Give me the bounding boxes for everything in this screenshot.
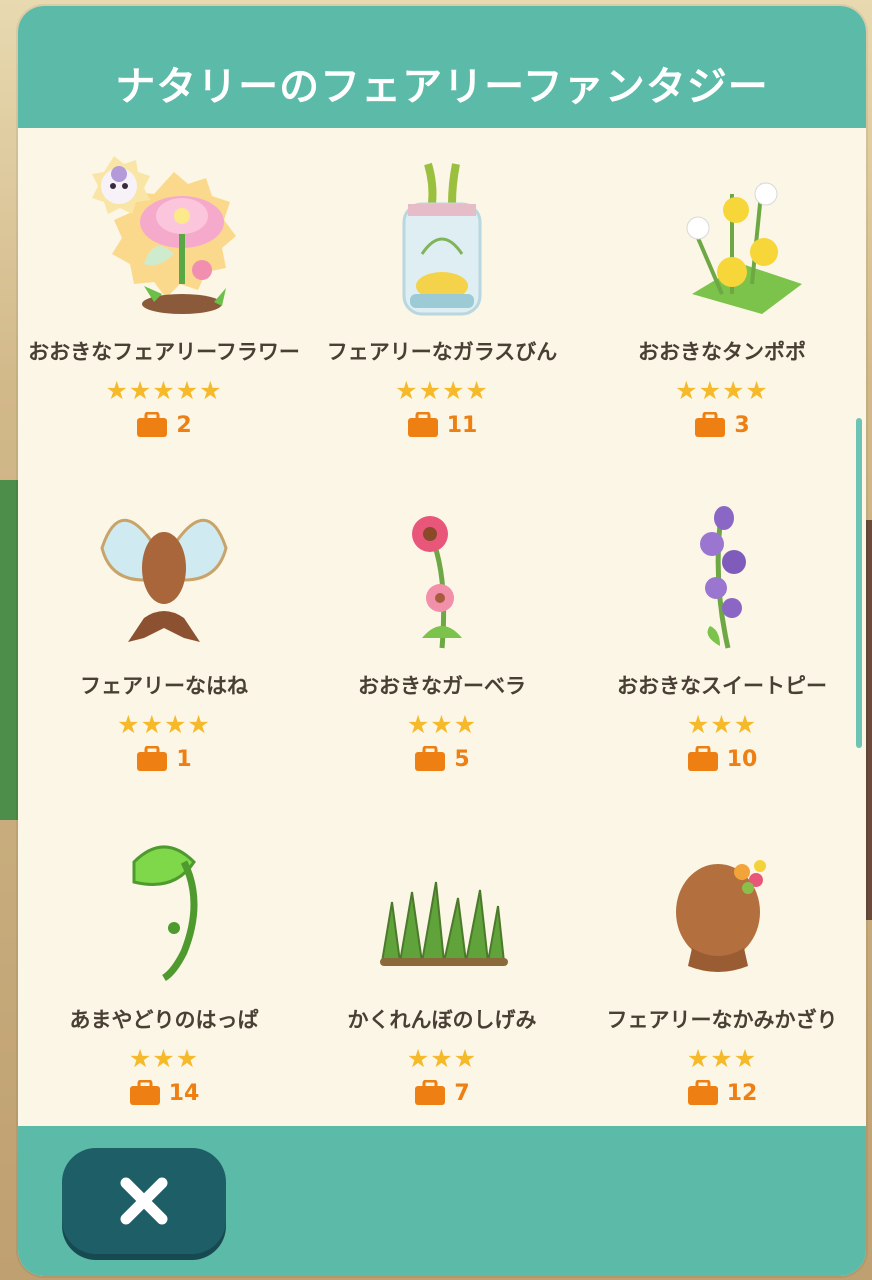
star-rating: ★★★ bbox=[686, 1044, 758, 1073]
star-rating: ★★★★ bbox=[395, 376, 489, 405]
collection-panel: ナタリーのフェアリーファンタジー おおきなフェアリーフラワー ★★★★★ 2 フ… bbox=[18, 6, 866, 1276]
item-card[interactable]: おおきなスイートピー ★★★ 10 bbox=[582, 474, 862, 804]
owned-count: 12 bbox=[582, 1080, 862, 1106]
leaf-umbrella-thumbnail bbox=[132, 845, 198, 982]
bag-icon bbox=[687, 746, 718, 771]
owned-count: 3 bbox=[582, 412, 862, 438]
item-card[interactable]: フェアリーなかみかざり ★★★ 12 bbox=[582, 808, 862, 1138]
item-count: 12 bbox=[726, 1080, 758, 1106]
sweet-pea-thumbnail bbox=[700, 506, 746, 649]
star-rating: ★★★ bbox=[406, 1044, 478, 1073]
glass-jar-thumbnail bbox=[402, 162, 482, 316]
owned-count: 14 bbox=[24, 1080, 304, 1106]
star-rating: ★★★ bbox=[406, 710, 478, 739]
item-card[interactable]: フェアリーなはね ★★★★ 1 bbox=[24, 474, 304, 804]
bag-icon bbox=[695, 412, 726, 437]
item-count: 2 bbox=[176, 412, 192, 438]
item-count: 10 bbox=[726, 746, 758, 772]
item-name: おおきなガーベラ bbox=[358, 674, 526, 698]
item-name: あまやどりのはっぱ bbox=[69, 1008, 259, 1032]
star-rating: ★★★ bbox=[128, 1044, 200, 1073]
item-count: 5 bbox=[454, 746, 470, 772]
bag-icon bbox=[129, 1080, 160, 1105]
owned-count: 7 bbox=[302, 1080, 582, 1106]
star-rating: ★★★★ bbox=[117, 710, 211, 739]
flower-hair-ornament-thumbnail bbox=[676, 860, 766, 972]
owned-count: 10 bbox=[582, 746, 862, 772]
item-name: おおきなフェアリーフラワー bbox=[28, 340, 300, 364]
item-card[interactable]: おおきなフェアリーフラワー ★★★★★ 2 bbox=[24, 140, 304, 470]
owned-count: 2 bbox=[24, 412, 304, 438]
item-card[interactable]: フェアリーなガラスびん ★★★★ 11 bbox=[302, 140, 582, 470]
grass-bush-thumbnail bbox=[380, 881, 508, 966]
bag-icon bbox=[415, 1080, 446, 1105]
bag-icon bbox=[137, 746, 168, 771]
item-count: 11 bbox=[446, 412, 478, 438]
fairy-wings-thumbnail bbox=[100, 518, 228, 642]
bag-icon bbox=[415, 746, 446, 771]
bag-icon bbox=[137, 412, 168, 437]
item-count: 1 bbox=[176, 746, 192, 772]
bag-icon bbox=[407, 412, 438, 437]
scrollbar[interactable] bbox=[856, 418, 862, 748]
star-rating: ★★★ bbox=[686, 710, 758, 739]
dandelion-thumbnail bbox=[686, 182, 802, 314]
fairy-flower-thumbnail bbox=[92, 156, 236, 314]
item-count: 3 bbox=[734, 412, 750, 438]
owned-count: 1 bbox=[24, 746, 304, 772]
close-icon bbox=[120, 1177, 168, 1225]
item-grid[interactable]: おおきなフェアリーフラワー ★★★★★ 2 フェアリーなガラスびん ★★★★ 1… bbox=[18, 128, 866, 1128]
item-name: おおきなタンポポ bbox=[638, 340, 806, 364]
item-card[interactable]: おおきなタンポポ ★★★★ 3 bbox=[582, 140, 862, 470]
star-rating: ★★★★ bbox=[675, 376, 769, 405]
item-count: 14 bbox=[168, 1080, 200, 1106]
item-name: おおきなスイートピー bbox=[617, 674, 827, 698]
item-name: フェアリーなかみかざり bbox=[606, 1008, 838, 1032]
star-rating: ★★★★★ bbox=[105, 376, 223, 405]
item-card[interactable]: かくれんぼのしげみ ★★★ 7 bbox=[302, 808, 582, 1138]
item-count: 7 bbox=[454, 1080, 470, 1106]
owned-count: 11 bbox=[302, 412, 582, 438]
item-card[interactable]: おおきなガーベラ ★★★ 5 bbox=[302, 474, 582, 804]
gerbera-thumbnail bbox=[412, 516, 462, 649]
panel-footer bbox=[18, 1126, 866, 1276]
panel-title: ナタリーのフェアリーファンタジー bbox=[115, 64, 769, 110]
close-button[interactable] bbox=[62, 1148, 226, 1254]
item-name: フェアリーなガラスびん bbox=[326, 340, 558, 364]
item-name: かくれんぼのしげみ bbox=[347, 1008, 537, 1032]
panel-header: ナタリーのフェアリーファンタジー bbox=[18, 6, 866, 128]
bag-icon bbox=[687, 1080, 718, 1105]
item-card[interactable]: あまやどりのはっぱ ★★★ 14 bbox=[24, 808, 304, 1138]
owned-count: 5 bbox=[302, 746, 582, 772]
item-name: フェアリーなはね bbox=[80, 674, 248, 698]
